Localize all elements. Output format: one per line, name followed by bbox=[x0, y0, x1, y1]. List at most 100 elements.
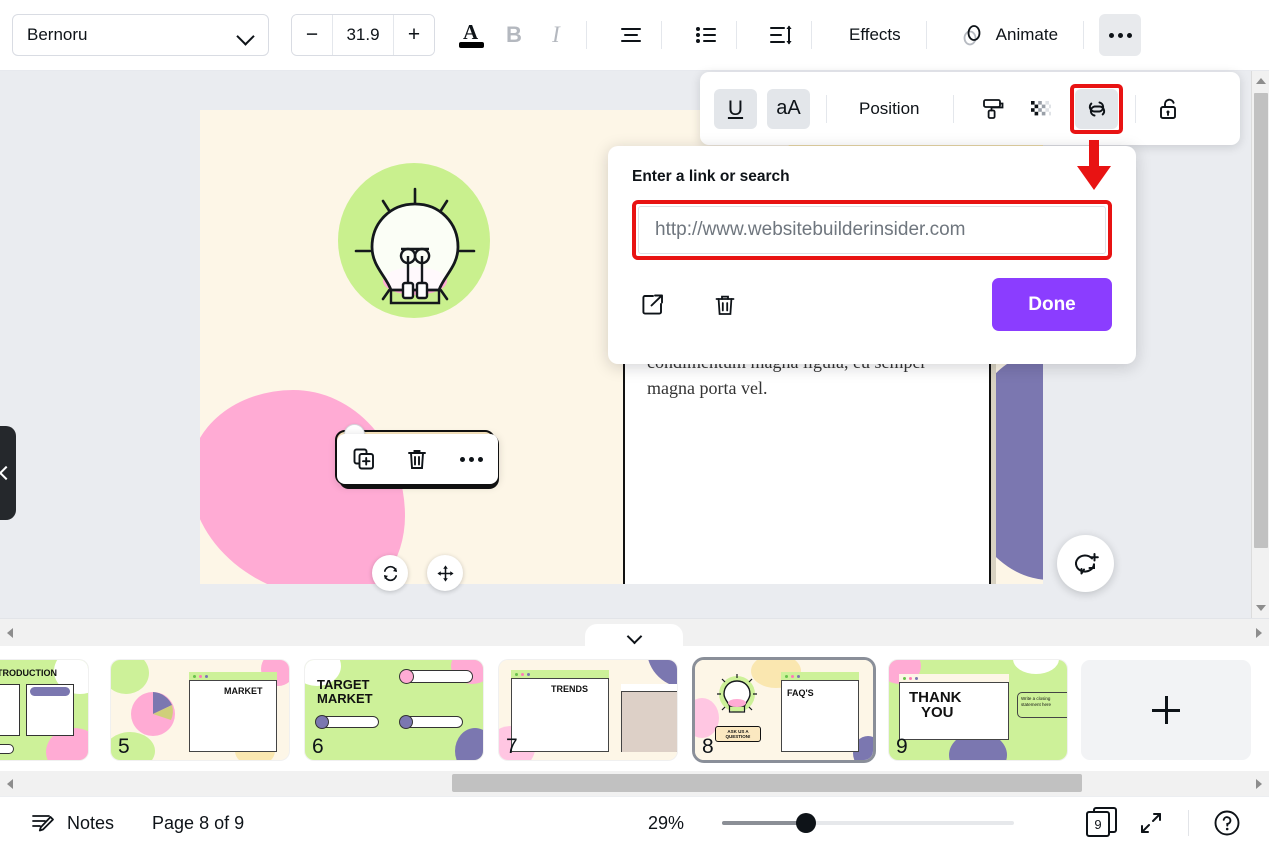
font-size-input[interactable]: 31.9 bbox=[332, 15, 394, 55]
link-url-input[interactable] bbox=[638, 206, 1106, 254]
zoom-controls: 29% bbox=[648, 813, 1014, 834]
grid-view-button[interactable]: 9 bbox=[1086, 807, 1120, 839]
add-slide-button[interactable] bbox=[1081, 660, 1251, 760]
element-more-button[interactable] bbox=[451, 439, 491, 479]
transparency-icon bbox=[1028, 96, 1054, 122]
zoom-slider[interactable] bbox=[722, 821, 1014, 825]
zoom-slider-knob[interactable] bbox=[796, 813, 816, 833]
more-options-button[interactable] bbox=[1099, 14, 1141, 56]
canvas-vertical-scrollbar[interactable] bbox=[1251, 71, 1269, 618]
notes-button[interactable]: Notes bbox=[22, 804, 122, 842]
vertical-scroll-thumb[interactable] bbox=[1254, 93, 1268, 548]
line-spacing-button[interactable] bbox=[760, 14, 802, 56]
thumb-scroll-left-button[interactable] bbox=[0, 771, 20, 796]
thumbnail-slide-8[interactable]: ASK US A QUESTION! FAQ'S 8 bbox=[695, 660, 873, 760]
lock-button[interactable] bbox=[1148, 88, 1190, 130]
toolbar-divider bbox=[953, 95, 954, 123]
external-link-icon bbox=[640, 292, 666, 318]
grid-view-front-page: 9 bbox=[1086, 811, 1110, 837]
bulleted-list-icon bbox=[693, 22, 719, 48]
font-family-select[interactable]: Bernoru bbox=[12, 14, 269, 56]
done-button[interactable]: Done bbox=[992, 278, 1112, 331]
link-button[interactable] bbox=[1075, 89, 1118, 129]
font-size-increase-button[interactable]: + bbox=[394, 15, 434, 55]
link-popup-title: Enter a link or search bbox=[632, 168, 1112, 186]
trash-icon bbox=[712, 292, 738, 318]
paint-roller-icon bbox=[980, 96, 1006, 122]
page-count-value: 9 bbox=[1094, 817, 1101, 832]
link-popup: Enter a link or search Do bbox=[608, 146, 1136, 364]
scroll-down-button[interactable] bbox=[1252, 598, 1269, 618]
animate-button[interactable]: Animate bbox=[944, 14, 1074, 56]
thumbnail-9-title-line2: YOU bbox=[921, 705, 954, 720]
thumbnail-scroll-thumb[interactable] bbox=[452, 774, 1082, 792]
toolbar-divider bbox=[586, 21, 587, 49]
thumbnail-7-title: TRENDS bbox=[551, 684, 588, 694]
fullscreen-button[interactable] bbox=[1130, 804, 1172, 842]
bold-button[interactable]: B bbox=[493, 14, 535, 56]
position-button[interactable]: Position bbox=[843, 88, 935, 130]
element-quick-toolbar bbox=[337, 434, 498, 484]
duplicate-button[interactable] bbox=[344, 439, 384, 479]
canva-editor-window: Bernoru − 31.9 + A B I bbox=[0, 0, 1269, 849]
thumbnail-slide-4[interactable]: INTRODUCTION bbox=[0, 660, 88, 760]
scroll-right-button[interactable] bbox=[1249, 619, 1269, 646]
collapse-side-panel-button[interactable] bbox=[0, 426, 16, 520]
thumbnail-slide-5[interactable]: MARKET 5 bbox=[111, 660, 289, 760]
more-dots-icon bbox=[1109, 33, 1132, 38]
italic-button[interactable]: I bbox=[535, 14, 577, 56]
effects-button[interactable]: Effects bbox=[833, 14, 917, 56]
thumbnail-6-title-line1: TARGET bbox=[317, 677, 369, 692]
link-button-highlight bbox=[1070, 84, 1123, 134]
thumbnail-5-number: 5 bbox=[118, 735, 130, 759]
copy-style-button[interactable] bbox=[972, 88, 1014, 130]
font-family-value: Bernoru bbox=[27, 25, 238, 45]
underline-button[interactable]: U bbox=[714, 89, 757, 129]
align-center-icon bbox=[618, 22, 644, 48]
text-format-toolbar: U aA Position bbox=[700, 72, 1240, 145]
text-color-button[interactable]: A bbox=[451, 14, 493, 56]
thumbnail-8-lightbulb bbox=[713, 672, 761, 720]
lightbulb-illustration[interactable] bbox=[328, 163, 503, 338]
more-dots-icon bbox=[460, 457, 483, 462]
link-popup-actions: Done bbox=[632, 278, 1112, 331]
animate-label: Animate bbox=[996, 25, 1058, 45]
delete-button[interactable] bbox=[397, 439, 437, 479]
red-annotation-arrow bbox=[1073, 140, 1115, 192]
thumbnail-slide-6[interactable]: TARGET MARKET 6 bbox=[305, 660, 483, 760]
comment-plus-icon bbox=[1072, 550, 1100, 578]
decorative-pink-blob bbox=[200, 390, 405, 584]
text-align-button[interactable] bbox=[610, 14, 652, 56]
move-handle[interactable] bbox=[427, 555, 463, 591]
thumbnail-horizontal-scrollbar[interactable] bbox=[0, 771, 1269, 796]
remove-link-button[interactable] bbox=[704, 284, 746, 326]
thumbnail-5-title: MARKET bbox=[224, 686, 263, 696]
thumb-scroll-right-button[interactable] bbox=[1249, 771, 1269, 796]
font-size-decrease-button[interactable]: − bbox=[292, 15, 332, 55]
bullet-list-button[interactable] bbox=[685, 14, 727, 56]
open-link-button[interactable] bbox=[632, 284, 674, 326]
triangle-right-icon bbox=[1256, 628, 1262, 638]
notes-label: Notes bbox=[67, 813, 114, 834]
unlock-icon bbox=[1156, 96, 1182, 122]
thumbnail-6-title-line2: MARKET bbox=[317, 691, 373, 706]
page-indicator[interactable]: Page 8 of 9 bbox=[144, 807, 252, 840]
scroll-left-button[interactable] bbox=[0, 619, 20, 646]
collapse-thumbnails-button[interactable] bbox=[585, 624, 683, 654]
italic-icon: I bbox=[552, 22, 560, 48]
toolbar-divider bbox=[811, 21, 812, 49]
add-comment-button[interactable] bbox=[1057, 535, 1114, 592]
text-color-icon: A bbox=[459, 22, 485, 48]
animate-icon bbox=[960, 22, 986, 48]
scroll-up-button[interactable] bbox=[1252, 71, 1269, 91]
letter-case-button[interactable]: aA bbox=[767, 89, 810, 129]
page-indicator-label: Page 8 of 9 bbox=[152, 813, 244, 834]
thumbnail-slide-9[interactable]: THANK YOU Write a closing statement here… bbox=[889, 660, 1067, 760]
chevron-down-icon bbox=[238, 27, 254, 43]
triangle-up-icon bbox=[1256, 78, 1266, 84]
transparency-button[interactable] bbox=[1020, 88, 1062, 130]
zoom-slider-fill bbox=[722, 821, 806, 825]
thumbnail-slide-7[interactable]: TRENDS 7 bbox=[499, 660, 677, 760]
rotate-handle[interactable] bbox=[372, 555, 408, 591]
help-button[interactable] bbox=[1205, 803, 1249, 843]
